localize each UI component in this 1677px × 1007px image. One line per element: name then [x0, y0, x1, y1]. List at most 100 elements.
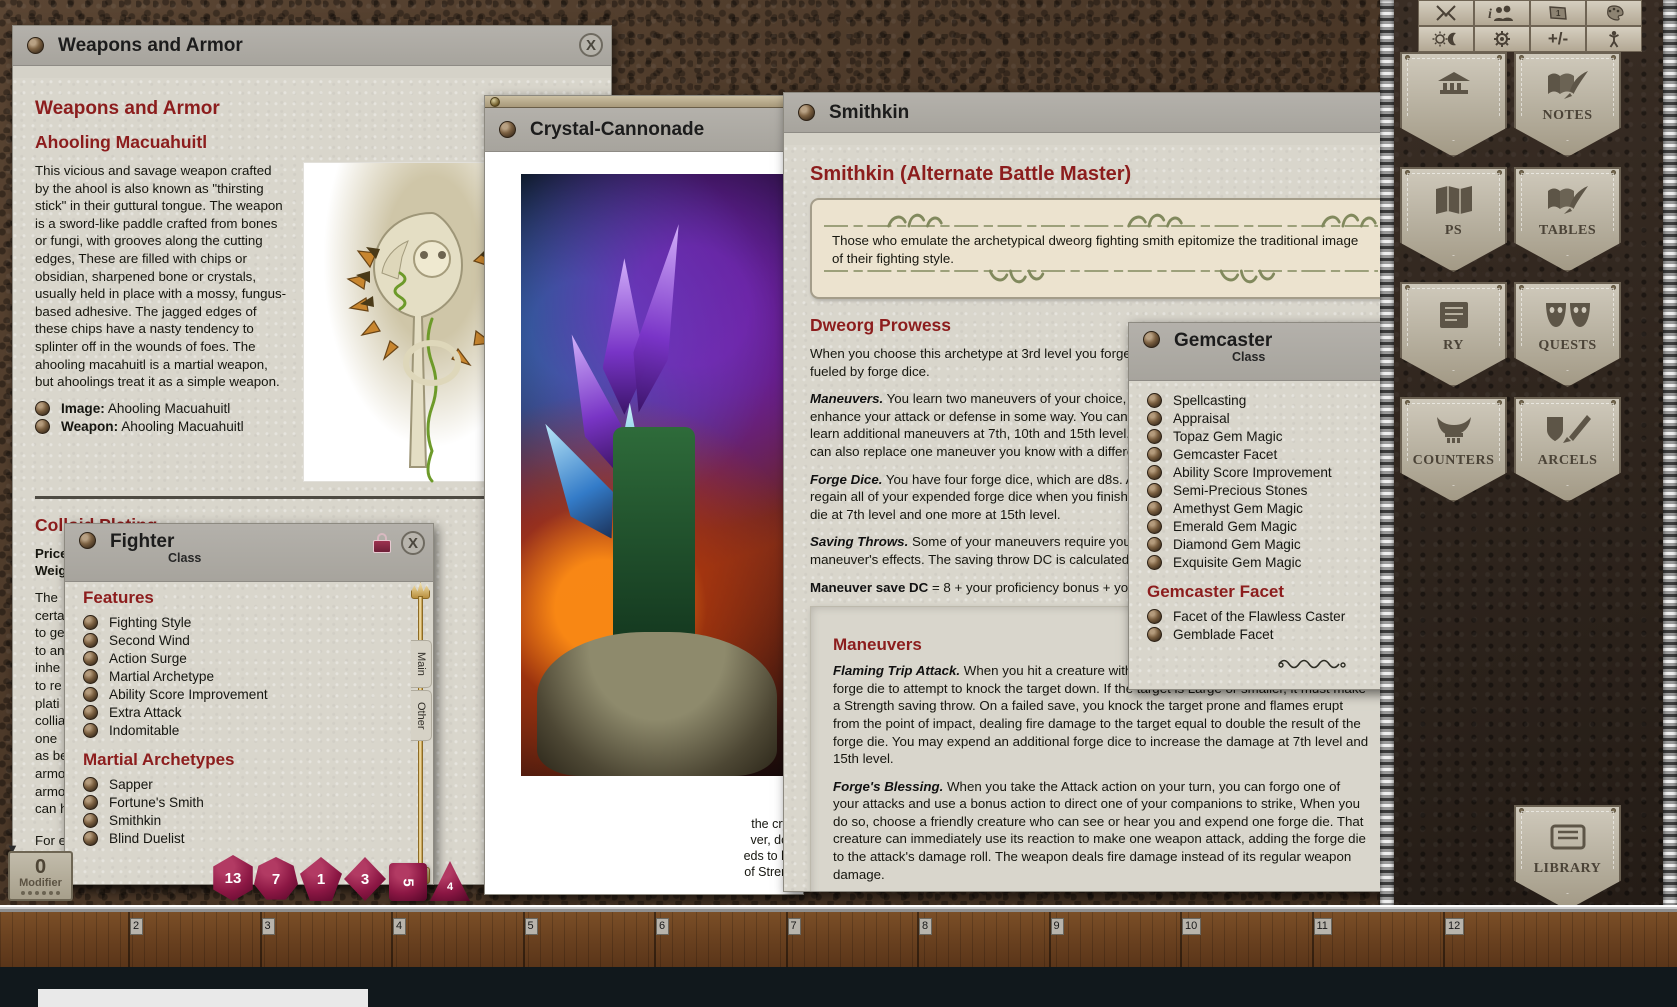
tab-main[interactable]: Main [411, 640, 432, 688]
die-face-value: 5 [400, 878, 417, 886]
sidebar-shield-campaign[interactable] [1400, 52, 1507, 157]
window-crystal-cannonade[interactable]: Crystal-Cannonade the crysver, doeeds to… [484, 95, 804, 895]
token-person-icon[interactable] [1586, 26, 1642, 52]
sidebar-shield-counters[interactable]: COUNTERS [1400, 397, 1507, 502]
modifier-box[interactable]: 0 Modifier [8, 851, 73, 901]
list-bullet-icon [83, 651, 98, 666]
ruler-label: 12 [1445, 918, 1464, 935]
palette-icon[interactable] [1586, 0, 1642, 26]
close-icon[interactable]: X [579, 33, 603, 57]
shield-label: LIBRARY [1514, 861, 1621, 877]
shield-pin-icon [1519, 400, 1524, 405]
party-info-icon[interactable]: i [1474, 0, 1530, 26]
svg-text:1: 1 [1556, 9, 1561, 18]
sun-moon-icon[interactable] [1418, 26, 1474, 52]
gear-icon[interactable] [1474, 26, 1530, 52]
die-d6[interactable]: 5 [389, 863, 427, 901]
die-d12[interactable]: 7 [254, 857, 298, 901]
shield-label: ARCELS [1514, 453, 1621, 469]
tab-other[interactable]: Other [411, 690, 432, 742]
die-d10[interactable]: 1 [300, 857, 342, 901]
sidebar-shield-tables[interactable]: TABLES [1514, 167, 1621, 272]
shield-label: TABLES [1514, 223, 1621, 239]
list-bullet-icon [83, 633, 98, 648]
library-book-icon [1514, 816, 1621, 860]
titlebar-crystal-cannonade[interactable]: Crystal-Cannonade [485, 108, 803, 152]
campaign-icon [1400, 63, 1507, 107]
fighter-archetype-item[interactable]: Sapper [83, 777, 415, 792]
sidebar-shield-notes[interactable]: NOTES [1514, 52, 1621, 157]
list-item-label: Martial Archetype [109, 669, 214, 684]
die-d20[interactable]: 13 [210, 855, 256, 901]
link-key-weapon: Weapon: [61, 419, 118, 434]
link-row-image[interactable]: Image: Ahooling Macuahuitl [35, 401, 287, 416]
link-bullet-icon [35, 401, 50, 416]
fighter-feature-item[interactable]: Indomitable [83, 723, 415, 738]
sidebar-shield-library[interactable]: LIBRARY [1514, 805, 1621, 910]
window-fighter[interactable]: Fighter Class X Features Fighting StyleS… [64, 523, 434, 885]
list-item-label: Exquisite Gem Magic [1173, 555, 1301, 570]
fighter-archetype-list: Sapper Fortune's Smith Smithkin Blind Dueli… [83, 777, 415, 846]
list-bullet-icon [83, 795, 98, 810]
list-bullet-icon [1147, 609, 1162, 624]
fighter-archetype-item[interactable]: Blind Duelist [83, 831, 415, 846]
fighter-archetype-item[interactable]: Fortune's Smith [83, 795, 415, 810]
window-frame-top [485, 96, 803, 108]
fighter-feature-item[interactable]: Ability Score Improvement [83, 687, 415, 702]
sidebar-shield-ps[interactable]: PS [1400, 167, 1507, 272]
fighter-feature-item[interactable]: Fighting Style [83, 615, 415, 630]
crossed-swords-icon[interactable] [1418, 0, 1474, 26]
window-subtitle: Class [168, 551, 201, 565]
modifier-value: 0 [35, 857, 46, 877]
shield-pin-icon [1497, 285, 1502, 290]
lock-icon[interactable] [373, 533, 391, 553]
fighter-feature-item[interactable]: Extra Attack [83, 705, 415, 720]
link-row-weapon[interactable]: Weapon: Ahooling Macuahuitl [35, 419, 287, 434]
sidebar-shield-arcels[interactable]: ARCELS [1514, 397, 1621, 502]
die-face-value: 4 [447, 881, 453, 893]
fighter-archetype-item[interactable]: Smithkin [83, 813, 415, 828]
shield-label: QUESTS [1514, 338, 1621, 354]
close-icon[interactable]: X [401, 531, 425, 555]
paragraph-lead: Flaming Trip Attack. [833, 663, 960, 678]
fighter-feature-item[interactable]: Action Surge [83, 651, 415, 666]
sidebar-shield-column-left: PSRYCOUNTERS [1400, 52, 1507, 512]
fighter-feature-item[interactable]: Martial Archetype [83, 669, 415, 684]
titlebar-fighter[interactable]: Fighter Class X [65, 524, 433, 582]
entry-body-ahooling: This vicious and savage weapon crafted b… [35, 162, 287, 391]
ruler-bottom-bar [0, 967, 1677, 1007]
shield-pin-icon [1611, 170, 1616, 175]
die-d8[interactable]: 3 [344, 857, 386, 901]
shield-pin-icon [1497, 55, 1502, 60]
shield-pin-icon [1519, 808, 1524, 813]
fighter-feature-item[interactable]: Second Wind [83, 633, 415, 648]
svg-text:i: i [1488, 7, 1492, 22]
shield-pin-icon [1497, 400, 1502, 405]
list-item-label: Gemblade Facet [1173, 627, 1274, 642]
die-d4[interactable]: 4 [430, 861, 470, 901]
list-item-label: Diamond Gem Magic [1173, 537, 1301, 552]
sidebar-shield-ry[interactable]: RY [1400, 282, 1507, 387]
ruler-label: 2 [130, 918, 143, 935]
die-face-value: 13 [225, 870, 242, 887]
list-bullet-icon [1147, 393, 1162, 408]
page-title: Smithkin (Alternate Battle Master) [810, 163, 1392, 186]
plus-minus-icon[interactable]: +/- [1530, 26, 1586, 52]
sidebar-shield-quests[interactable]: QUESTS [1514, 282, 1621, 387]
titlebar-smithkin[interactable]: Smithkin X [784, 93, 1432, 133]
list-item-label: Indomitable [109, 723, 179, 738]
ruler-label: 8 [919, 918, 932, 935]
clipped-text-line: ver, doe [493, 832, 795, 848]
ruler-segment [38, 989, 368, 1007]
shield-sword-icon [1514, 408, 1621, 452]
titlebar-weapons-and-armor[interactable]: Weapons and Armor X [13, 26, 611, 66]
list-item-label: Smithkin [109, 813, 161, 828]
list-item-label: Blind Duelist [109, 831, 185, 846]
shield-pin-icon [1497, 170, 1502, 175]
list-bullet-icon [1147, 447, 1162, 462]
campaign-book-icon[interactable]: 1 [1530, 0, 1586, 26]
ruler-scale[interactable]: 23456789101112 [0, 912, 1677, 967]
list-item-label: Second Wind [109, 633, 190, 648]
flavor-quote-text: Those who emulate the archetypical dweor… [832, 232, 1370, 267]
list-item-label: Facet of the Flawless Caster [1173, 609, 1345, 624]
